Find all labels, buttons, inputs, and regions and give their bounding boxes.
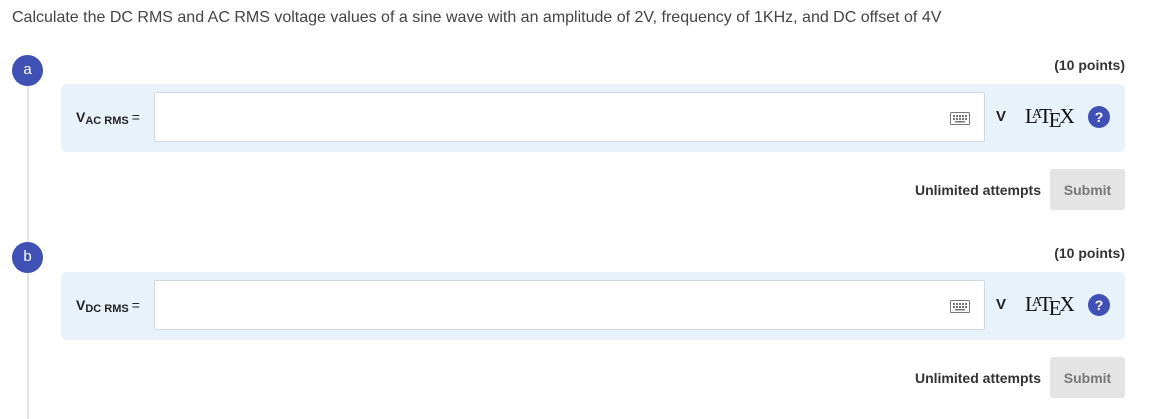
part-a-badge: a <box>12 55 43 86</box>
part-b-attempts: Unlimited attempts <box>914 370 1041 386</box>
part-a-submit-button[interactable]: Submit <box>1050 169 1125 210</box>
part-b-answer-input[interactable] <box>155 281 935 327</box>
part-a-variable-label: VAC RMS = <box>76 109 140 127</box>
keyboard-icon[interactable] <box>950 300 970 313</box>
part-b-points: (10 points) <box>1054 245 1125 261</box>
part-a-unit: V <box>996 108 1007 125</box>
part-a-points: (10 points) <box>1054 57 1125 73</box>
equals-sign: = <box>131 109 140 125</box>
var-subscript: DC RMS <box>85 303 129 315</box>
part-b-badge: b <box>12 242 43 273</box>
latex-logo[interactable]: LATEX <box>1025 104 1075 132</box>
var-subscript: AC RMS <box>85 115 129 127</box>
part-a-attempts: Unlimited attempts <box>914 182 1041 198</box>
var-symbol: V <box>76 109 86 125</box>
part-b-answer-box: VDC RMS = V LATEX ? <box>61 272 1125 340</box>
keyboard-icon[interactable] <box>950 112 970 125</box>
question-text: Calculate the DC RMS and AC RMS voltage … <box>12 9 942 26</box>
part-a-answer-box: VAC RMS = V LATEX ? <box>61 84 1125 152</box>
var-symbol: V <box>76 297 86 313</box>
part-b-submit-button[interactable]: Submit <box>1050 357 1125 398</box>
part-a-answer-input[interactable] <box>155 93 935 139</box>
latex-logo[interactable]: LATEX <box>1025 292 1075 320</box>
help-icon[interactable]: ? <box>1088 106 1110 128</box>
part-b-answer-field[interactable] <box>154 280 985 330</box>
part-b-unit: V <box>996 296 1007 313</box>
equals-sign: = <box>131 297 140 313</box>
part-b-variable-label: VDC RMS = <box>76 297 140 315</box>
part-a-answer-field[interactable] <box>154 92 985 142</box>
help-icon[interactable]: ? <box>1088 294 1110 316</box>
